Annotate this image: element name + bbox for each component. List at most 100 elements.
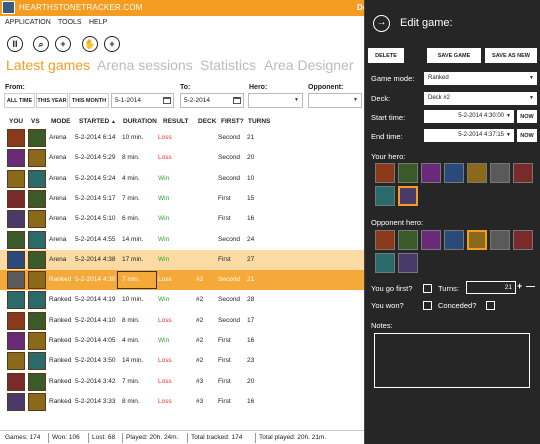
- chevron-down-icon[interactable]: ▼: [506, 110, 511, 123]
- opponent-hero-avatar: [28, 372, 46, 391]
- panel-title: Edit game:: [400, 17, 453, 29]
- hero-select[interactable]: ▼: [248, 93, 303, 108]
- hero-portrait-icon[interactable]: [467, 230, 487, 250]
- menu-application[interactable]: APPLICATION: [5, 19, 51, 26]
- cell-turns: 28: [247, 296, 255, 304]
- table-row[interactable]: Arena 5-2-2014 4:55 14 min. Win Second 24: [0, 230, 364, 250]
- hero-portrait-icon[interactable]: [375, 253, 395, 273]
- hero-portrait-icon[interactable]: [398, 163, 418, 183]
- glove-icon[interactable]: ✋: [82, 36, 98, 52]
- cell-duration: 7 min.: [122, 194, 140, 202]
- col-vs[interactable]: VS: [31, 118, 40, 125]
- start-time-input[interactable]: 5-2-2014 4:30:00 ▼: [424, 110, 514, 123]
- your-hero-avatar: [7, 352, 25, 371]
- deck-select[interactable]: Deck #2 ▼: [424, 92, 537, 105]
- hero-portrait-icon[interactable]: [467, 163, 487, 183]
- hero-portrait-icon[interactable]: [398, 230, 418, 250]
- this-month-button[interactable]: THIS MONTH: [69, 93, 109, 108]
- col-first[interactable]: FIRST?: [221, 118, 244, 125]
- table-row[interactable]: Ranked 5-2-2014 4:10 8 min. Loss #2 Second 17: [0, 311, 364, 331]
- hero-portrait-icon[interactable]: [421, 163, 441, 183]
- col-turns[interactable]: TURNS: [248, 118, 270, 125]
- hero-portrait-icon[interactable]: [490, 230, 510, 250]
- cell-result: Loss: [158, 377, 172, 385]
- you-won-checkbox[interactable]: [423, 301, 432, 310]
- table-row[interactable]: Ranked 5-2-2014 3:33 8 min. Loss #3 First 16: [0, 392, 364, 412]
- hero-portrait-icon[interactable]: [375, 230, 395, 250]
- col-duration[interactable]: DURATION: [123, 118, 157, 125]
- hero-portrait-icon[interactable]: [421, 230, 441, 250]
- calendar-icon[interactable]: [163, 97, 171, 104]
- turns-input[interactable]: 21: [466, 281, 516, 294]
- your-hero-avatar: [7, 230, 25, 249]
- cell-first: Second: [218, 276, 241, 284]
- hero-portrait-icon[interactable]: [398, 253, 418, 273]
- col-deck[interactable]: DECK: [198, 118, 216, 125]
- table-row[interactable]: Arena 5-2-2014 5:17 7 min. Win First 15: [0, 189, 364, 209]
- tab-latest-games[interactable]: Latest games: [6, 57, 90, 73]
- delete-button[interactable]: DELETE: [368, 48, 404, 63]
- cell-started: 5-2-2014 6:14: [75, 134, 116, 141]
- opponent-hero-avatar: [28, 250, 46, 269]
- tab-area-designer[interactable]: Area Designer: [264, 57, 354, 73]
- cell-turns: 16: [247, 215, 255, 223]
- game-mode-select[interactable]: Ranked ▼: [424, 72, 537, 85]
- col-result[interactable]: RESULT: [163, 118, 189, 125]
- table-row[interactable]: Arena 5-2-2014 5:10 6 min. Win First 16: [0, 209, 364, 229]
- add-deck-icon[interactable]: +: [104, 36, 120, 52]
- cell-result: Loss: [158, 357, 172, 365]
- table-row[interactable]: Ranked 5-2-2014 4:05 4 min. Win #2 First 16: [0, 331, 364, 351]
- calendar-icon[interactable]: [233, 97, 241, 104]
- col-started[interactable]: STARTED ▲: [79, 118, 116, 125]
- cell-started: 5-2-2014 4:38: [75, 255, 116, 263]
- notes-textarea[interactable]: [374, 333, 530, 388]
- save-as-new-button[interactable]: SAVE AS NEW: [485, 48, 537, 63]
- table-row[interactable]: Arena 5-2-2014 5:29 8 min. Loss Second 20: [0, 148, 364, 168]
- hero-portrait-icon[interactable]: [375, 163, 395, 183]
- opponent-select[interactable]: ▼: [308, 93, 362, 108]
- duration-edit-box[interactable]: [117, 271, 157, 290]
- table-row[interactable]: Ranked 5-2-2014 4:19 10 min. Win #2 Second 28: [0, 290, 364, 310]
- table-row[interactable]: Ranked 5-2-2014 3:42 7 min. Loss #3 First 20: [0, 372, 364, 392]
- menu-tools[interactable]: TOOLS: [58, 19, 82, 26]
- table-row[interactable]: Ranked 5-2-2014 4:30 7 min. Loss #2 Second 21: [0, 270, 364, 291]
- turns-increment-icon[interactable]: +: [517, 281, 522, 291]
- cell-first: Second: [218, 174, 241, 182]
- table-row[interactable]: Ranked 5-2-2014 3:50 14 min. Loss #2 First 23: [0, 351, 364, 371]
- back-arrow-icon[interactable]: →: [373, 15, 390, 32]
- hero-portrait-icon[interactable]: [398, 186, 418, 206]
- chevron-down-icon: ▼: [529, 95, 534, 101]
- col-you[interactable]: YOU: [9, 118, 23, 125]
- end-time-label: End time:: [371, 132, 403, 141]
- end-now-button[interactable]: NOW: [517, 129, 537, 142]
- tab-statistics[interactable]: Statistics: [200, 57, 256, 73]
- hero-portrait-icon[interactable]: [513, 163, 533, 183]
- search-icon[interactable]: ⌕: [33, 36, 49, 52]
- hero-portrait-icon[interactable]: [513, 230, 533, 250]
- tab-arena-sessions[interactable]: Arena sessions: [97, 57, 193, 73]
- all-time-button[interactable]: ALL TIME: [4, 93, 35, 108]
- pause-icon[interactable]: II: [7, 36, 23, 52]
- col-mode[interactable]: MODE: [51, 118, 71, 125]
- add-game-icon[interactable]: +: [55, 36, 71, 52]
- chevron-down-icon[interactable]: ▼: [506, 129, 511, 142]
- end-time-input[interactable]: 5-2-2014 4:37:15 ▼: [424, 129, 514, 142]
- save-game-button[interactable]: SAVE GAME: [427, 48, 481, 63]
- from-date-input[interactable]: 5-1-2014: [111, 93, 174, 108]
- start-time-value: 5-2-2014 4:30:00: [458, 113, 504, 119]
- table-row[interactable]: Arena 5-2-2014 4:38 17 min. Win First 27: [0, 249, 364, 270]
- menu-help[interactable]: HELP: [89, 19, 107, 26]
- cell-turns: 21: [247, 276, 255, 284]
- table-row[interactable]: Arena 5-2-2014 6:14 10 min. Loss Second 21: [0, 128, 364, 148]
- go-first-checkbox[interactable]: [423, 284, 432, 293]
- hero-portrait-icon[interactable]: [375, 186, 395, 206]
- to-date-input[interactable]: 5-2-2014: [180, 93, 244, 108]
- conceded-checkbox[interactable]: [486, 301, 495, 310]
- table-row[interactable]: Arena 5-2-2014 5:24 4 min. Win Second 10: [0, 169, 364, 189]
- hero-portrait-icon[interactable]: [444, 230, 464, 250]
- this-year-button[interactable]: THIS YEAR: [36, 93, 68, 108]
- turns-decrement-icon[interactable]: —: [526, 281, 535, 291]
- hero-portrait-icon[interactable]: [490, 163, 510, 183]
- start-now-button[interactable]: NOW: [517, 110, 537, 123]
- hero-portrait-icon[interactable]: [444, 163, 464, 183]
